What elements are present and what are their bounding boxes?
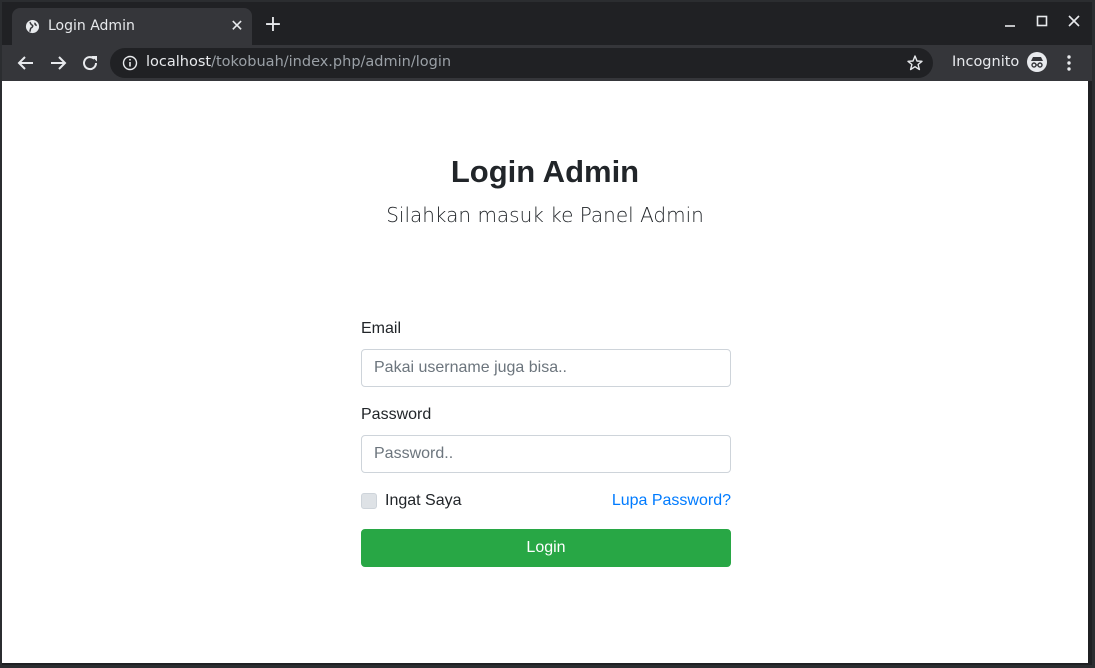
arrow-right-icon[interactable]: [47, 52, 69, 74]
incognito-icon[interactable]: [1026, 51, 1048, 73]
minimize-icon[interactable]: [998, 12, 1022, 32]
remember-checkbox[interactable]: [361, 493, 377, 509]
globe-icon: [25, 19, 40, 34]
remember-label[interactable]: Ingat Saya: [385, 492, 462, 510]
email-field[interactable]: [361, 349, 731, 387]
email-label: Email: [361, 320, 402, 337]
tab-title: Login Admin: [48, 18, 135, 34]
info-icon[interactable]: [122, 55, 138, 71]
url-path: /tokobuah/index.php/admin/login: [211, 54, 452, 70]
password-field[interactable]: [361, 435, 731, 473]
tab-strip: Login Admin ✕ +: [2, 2, 1092, 45]
maximize-icon[interactable]: [1030, 12, 1054, 32]
close-window-icon[interactable]: [1062, 12, 1086, 32]
page-content: Login Admin Silahkan masuk ke Panel Admi…: [2, 81, 1088, 663]
page-title: Login Admin: [450, 154, 640, 189]
reload-icon[interactable]: [79, 52, 101, 74]
address-bar[interactable]: localhost/tokobuah/index.php/admin/login: [110, 48, 933, 78]
tab-active[interactable]: Login Admin ✕: [12, 8, 252, 45]
login-button[interactable]: Login: [361, 529, 731, 567]
url-text[interactable]: localhost/tokobuah/index.php/admin/login: [146, 54, 451, 70]
new-tab-button[interactable]: +: [263, 14, 283, 36]
arrow-left-icon[interactable]: [15, 52, 37, 74]
password-label: Password: [361, 406, 432, 423]
forgot-password-link[interactable]: Lupa Password?: [612, 492, 731, 510]
url-host: localhost: [146, 54, 212, 70]
browser-toolbar: localhost/tokobuah/index.php/admin/login…: [2, 45, 1092, 81]
tab-close-icon[interactable]: ✕: [228, 17, 246, 35]
star-icon[interactable]: [906, 54, 924, 72]
incognito-label: Incognito: [952, 54, 1020, 70]
page-subtitle: Silahkan masuk ke Panel Admin: [386, 203, 704, 227]
kebab-menu-icon[interactable]: [1062, 53, 1076, 73]
